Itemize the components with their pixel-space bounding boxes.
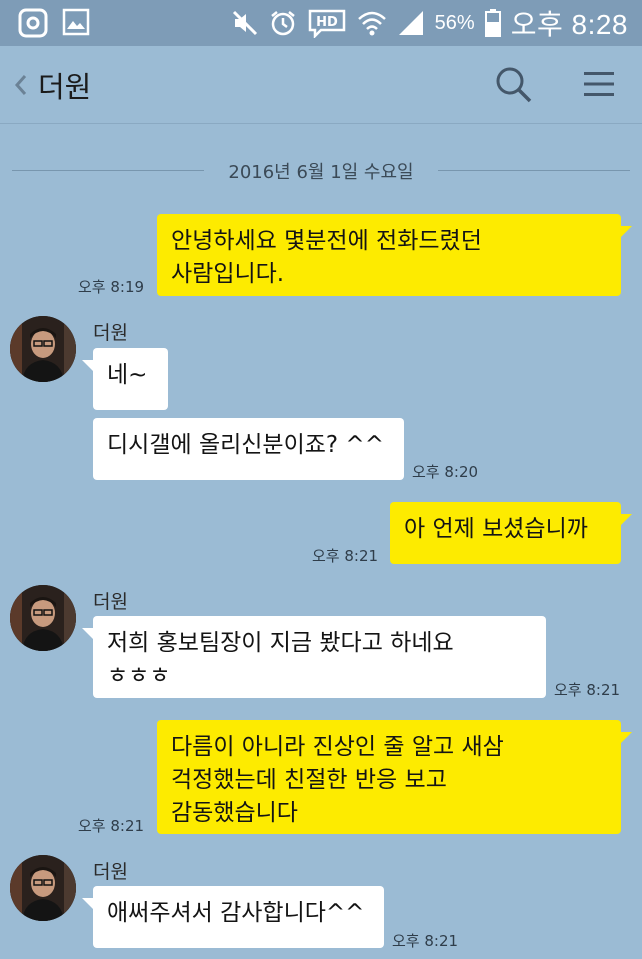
message-time: 오후 8:21 bbox=[554, 681, 621, 699]
avatar[interactable] bbox=[10, 585, 76, 651]
search-icon[interactable] bbox=[493, 64, 533, 104]
other-message-bubble[interactable]: 저희 홍보팀장이 지금 봤다고 하네요 ㅎㅎㅎ bbox=[82, 616, 546, 698]
my-message-bubble[interactable]: 다름이 아니라 진상인 줄 알고 새삼 걱정했는데 친절한 반응 보고 감동했습… bbox=[157, 720, 632, 834]
battery-icon bbox=[484, 9, 501, 37]
message-line: 안녕하세요 몇분전에 전화드렸던 bbox=[171, 228, 482, 254]
message-line: 다름이 아니라 진상인 줄 알고 새삼 bbox=[171, 734, 504, 760]
sender-name: 더원 bbox=[93, 322, 128, 344]
wifi-icon bbox=[357, 11, 386, 36]
my-message-bubble[interactable]: 안녕하세요 몇분전에 전화드렸던 사람입니다. bbox=[157, 214, 632, 296]
other-message-bubble[interactable]: 애써주셔서 감사합니다^^ bbox=[82, 886, 384, 948]
message-line: 애써주셔서 감사합니다^^ bbox=[107, 900, 365, 926]
message-time: 오후 8:19 bbox=[78, 278, 145, 296]
message-time: 오후 8:21 bbox=[392, 932, 459, 950]
menu-icon[interactable] bbox=[582, 68, 616, 100]
hd-voice-icon: HD bbox=[308, 9, 345, 38]
message-line: 감동했습니다 bbox=[171, 800, 298, 826]
bubble-tail bbox=[82, 360, 94, 372]
alarm-icon bbox=[270, 11, 295, 36]
profile-photo-icon bbox=[10, 585, 76, 651]
chat-title: 더원 bbox=[38, 70, 92, 104]
bubble-tail bbox=[82, 898, 94, 910]
message-time: 오후 8:21 bbox=[78, 817, 145, 835]
message-line: 사람입니다. bbox=[171, 261, 285, 287]
g-app-icon bbox=[18, 8, 48, 38]
battery-percent: 56% bbox=[434, 11, 475, 34]
bubble-tail bbox=[620, 732, 632, 744]
chat-header: 더원 bbox=[0, 46, 642, 124]
gallery-icon bbox=[62, 8, 90, 36]
signal-icon bbox=[398, 11, 423, 35]
message-line: 아 언제 보셨습니까 bbox=[404, 516, 588, 542]
bubble-tail bbox=[82, 628, 94, 640]
message-line: 디시갤에 올리신분이죠? ^^ bbox=[107, 432, 384, 458]
date-divider: 2016년 6월 1일 수요일 bbox=[0, 156, 642, 184]
other-message-bubble[interactable]: 디시갤에 올리신분이죠? ^^ bbox=[93, 418, 404, 480]
message-line: 네~ bbox=[107, 362, 148, 388]
avatar[interactable] bbox=[10, 855, 76, 921]
bubble-tail bbox=[620, 514, 632, 526]
message-time: 오후 8:21 bbox=[312, 547, 379, 565]
other-message-bubble[interactable]: 네~ bbox=[82, 348, 168, 410]
status-bar: HD 56% 오후 8:28 bbox=[0, 0, 642, 46]
svg-text:HD: HD bbox=[316, 15, 338, 30]
sender-name: 더원 bbox=[93, 861, 128, 883]
mute-icon bbox=[232, 10, 257, 36]
status-clock: 오후 8:28 bbox=[510, 9, 628, 40]
date-label: 2016년 6월 1일 수요일 bbox=[218, 162, 424, 183]
sender-name: 더원 bbox=[93, 591, 128, 613]
bubble-tail bbox=[620, 226, 632, 238]
profile-photo-icon bbox=[10, 855, 76, 921]
message-time: 오후 8:20 bbox=[412, 463, 479, 481]
my-message-bubble[interactable]: 아 언제 보셨습니까 bbox=[390, 502, 632, 564]
avatar[interactable] bbox=[10, 316, 76, 382]
message-line: ㅎㅎㅎ bbox=[107, 663, 171, 689]
message-line: 걱정했는데 친절한 반응 보고 bbox=[171, 767, 447, 793]
back-chevron-icon[interactable] bbox=[10, 68, 30, 102]
message-line: 저희 홍보팀장이 지금 봤다고 하네요 bbox=[107, 630, 454, 656]
profile-photo-icon bbox=[10, 316, 76, 382]
